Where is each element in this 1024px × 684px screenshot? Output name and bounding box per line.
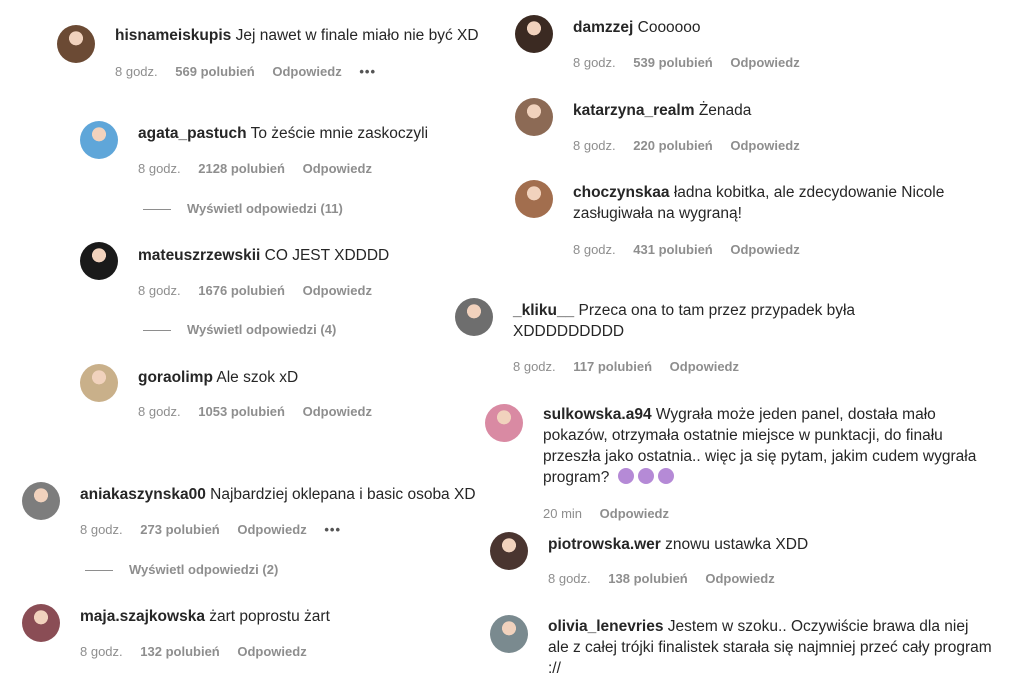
timestamp[interactable]: 8 godz.	[115, 64, 158, 79]
reply-button[interactable]: Odpowiedz	[670, 359, 739, 374]
comment-meta: 8 godz. 273 polubień Odpowiedz •••	[80, 522, 355, 537]
comment-text: Jej nawet w finale miało nie być XD	[235, 27, 479, 44]
avatar[interactable]	[485, 404, 523, 442]
comment-text: żart poprostu żart	[209, 608, 330, 625]
timestamp[interactable]: 8 godz.	[573, 138, 616, 153]
likes-count[interactable]: 220 polubień	[633, 138, 712, 153]
comment-meta: 8 godz. 1053 polubień Odpowiedz	[138, 404, 386, 419]
comment-meta: 8 godz. 1676 polubień Odpowiedz	[138, 283, 386, 298]
avatar[interactable]	[22, 482, 60, 520]
avatar[interactable]	[80, 242, 118, 280]
timestamp[interactable]: 20 min	[543, 506, 582, 521]
woman-shrugging-emoji	[617, 468, 634, 484]
avatar[interactable]	[80, 364, 118, 402]
username[interactable]: hisnameiskupis	[115, 27, 231, 44]
likes-count[interactable]: 1676 polubień	[198, 283, 285, 298]
comment-text: Najbardziej oklepana i basic osoba XD	[210, 486, 476, 503]
comment-text: Żenada	[698, 102, 752, 119]
comment-meta: 8 godz. 2128 polubień Odpowiedz	[138, 161, 386, 176]
view-replies-button[interactable]: Wyświetl odpowiedzi (11)	[143, 201, 343, 216]
username[interactable]: aniakaszynska00	[80, 486, 206, 503]
username[interactable]: damzzej	[573, 19, 633, 36]
avatar[interactable]	[57, 25, 95, 63]
divider	[143, 330, 171, 332]
likes-count[interactable]: 273 polubień	[140, 522, 219, 537]
reply-button[interactable]: Odpowiedz	[303, 404, 372, 419]
view-replies-button[interactable]: Wyświetl odpowiedzi (2)	[85, 562, 278, 577]
comment-text: Coooooo	[637, 19, 701, 36]
reply-button[interactable]: Odpowiedz	[705, 571, 774, 586]
username[interactable]: agata_pastuch	[138, 125, 247, 142]
timestamp[interactable]: 8 godz.	[573, 242, 616, 257]
timestamp[interactable]: 8 godz.	[138, 283, 181, 298]
reply-button[interactable]: Odpowiedz	[237, 522, 306, 537]
comment-meta: 8 godz. 132 polubień Odpowiedz	[80, 644, 321, 659]
avatar[interactable]	[22, 604, 60, 642]
likes-count[interactable]: 431 polubień	[633, 242, 712, 257]
comment-text: To żeście mnie zaskoczyli	[250, 125, 429, 142]
comment-meta: 8 godz. 569 polubień Odpowiedz •••	[115, 64, 390, 79]
comment-text: Ale szok xD	[216, 369, 299, 386]
timestamp[interactable]: 8 godz.	[138, 404, 181, 419]
woman-shrugging-emoji	[657, 468, 674, 484]
username[interactable]: katarzyna_realm	[573, 102, 695, 119]
likes-count[interactable]: 132 polubień	[140, 644, 219, 659]
timestamp[interactable]: 8 godz.	[573, 55, 616, 70]
timestamp[interactable]: 8 godz.	[80, 644, 123, 659]
comment-text: CO JEST XDDDD	[264, 247, 390, 264]
avatar[interactable]	[490, 532, 528, 570]
likes-count[interactable]: 1053 polubień	[198, 404, 285, 419]
view-replies-label: Wyświetl odpowiedzi (4)	[187, 322, 337, 337]
divider	[143, 209, 171, 211]
divider	[85, 570, 113, 572]
avatar[interactable]	[455, 298, 493, 336]
reply-button[interactable]: Odpowiedz	[303, 161, 372, 176]
comment-text: znowu ustawka XDD	[665, 536, 809, 553]
reply-button[interactable]: Odpowiedz	[730, 55, 799, 70]
reply-button[interactable]: Odpowiedz	[237, 644, 306, 659]
woman-shrugging-emoji	[637, 468, 654, 484]
view-replies-label: Wyświetl odpowiedzi (11)	[187, 201, 343, 216]
timestamp[interactable]: 8 godz.	[513, 359, 556, 374]
username[interactable]: sulkowska.a94	[543, 406, 652, 423]
username[interactable]: maja.szajkowska	[80, 608, 205, 625]
comment-meta: 8 godz. 431 polubień Odpowiedz	[573, 242, 814, 257]
view-replies-label: Wyświetl odpowiedzi (2)	[129, 562, 279, 577]
username[interactable]: goraolimp	[138, 369, 213, 386]
timestamp[interactable]: 8 godz.	[80, 522, 123, 537]
likes-count[interactable]: 117 polubień	[573, 359, 652, 374]
username[interactable]: piotrowska.wer	[548, 536, 661, 553]
comment-meta: 8 godz. 117 polubień Odpowiedz	[513, 359, 753, 374]
avatar[interactable]	[80, 121, 118, 159]
comment-meta: 20 min Odpowiedz	[543, 506, 683, 521]
username[interactable]: olivia_lenevries	[548, 618, 663, 635]
username[interactable]: mateuszrzewskii	[138, 247, 260, 264]
reply-button[interactable]: Odpowiedz	[730, 242, 799, 257]
timestamp[interactable]: 8 godz.	[548, 571, 591, 586]
more-options-icon[interactable]: •••	[324, 522, 341, 537]
more-options-icon[interactable]: •••	[359, 64, 376, 79]
reply-button[interactable]: Odpowiedz	[600, 506, 669, 521]
likes-count[interactable]: 138 polubień	[608, 571, 687, 586]
likes-count[interactable]: 2128 polubień	[198, 161, 285, 176]
likes-count[interactable]: 569 polubień	[175, 64, 254, 79]
reply-button[interactable]: Odpowiedz	[303, 283, 372, 298]
reply-button[interactable]: Odpowiedz	[730, 138, 799, 153]
reply-button[interactable]: Odpowiedz	[272, 64, 341, 79]
comment-meta: 8 godz. 539 polubień Odpowiedz	[573, 55, 814, 70]
avatar[interactable]	[515, 180, 553, 218]
username[interactable]: choczynskaa	[573, 184, 670, 201]
likes-count[interactable]: 539 polubień	[633, 55, 712, 70]
avatar[interactable]	[515, 15, 553, 53]
username[interactable]: _kliku__	[513, 302, 574, 319]
view-replies-button[interactable]: Wyświetl odpowiedzi (4)	[143, 322, 336, 337]
comment-meta: 8 godz. 220 polubień Odpowiedz	[573, 138, 814, 153]
avatar[interactable]	[490, 615, 528, 653]
avatar[interactable]	[515, 98, 553, 136]
comment-meta: 8 godz. 138 polubień Odpowiedz	[548, 571, 789, 586]
timestamp[interactable]: 8 godz.	[138, 161, 181, 176]
